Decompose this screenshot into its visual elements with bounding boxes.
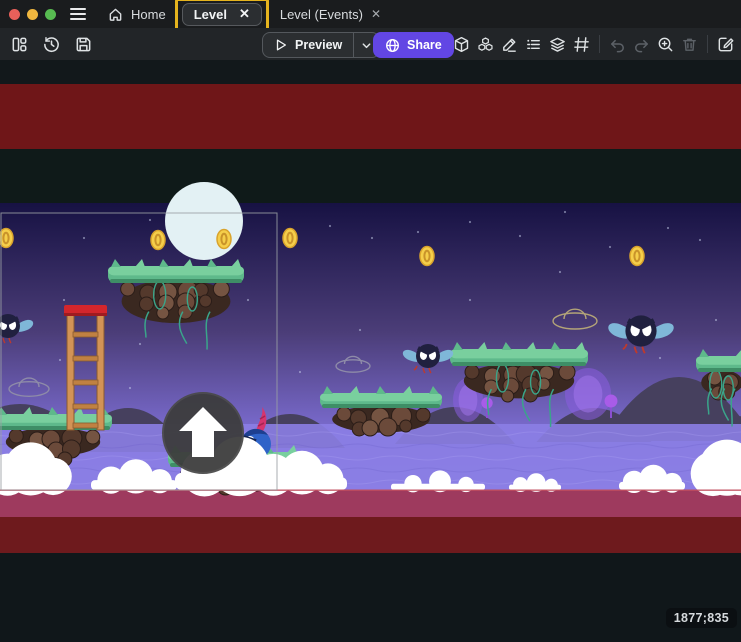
home-icon bbox=[108, 7, 123, 22]
star bbox=[299, 371, 301, 373]
star bbox=[469, 221, 471, 223]
background-band bbox=[0, 517, 741, 553]
star bbox=[63, 299, 65, 301]
star bbox=[59, 359, 61, 361]
star bbox=[129, 387, 131, 389]
tab-level-events-label: Level (Events) bbox=[280, 7, 363, 22]
background-band bbox=[0, 553, 741, 637]
minimize-window-button[interactable] bbox=[27, 9, 38, 20]
globe-icon bbox=[385, 38, 400, 53]
tab-level-events-close-icon[interactable]: ✕ bbox=[371, 8, 381, 20]
preview-button[interactable]: Preview bbox=[263, 33, 353, 57]
moon-sprite[interactable] bbox=[165, 182, 243, 260]
star bbox=[371, 237, 373, 239]
star bbox=[699, 239, 701, 241]
coin-sprite[interactable] bbox=[0, 229, 13, 248]
window-controls bbox=[9, 9, 56, 20]
star bbox=[83, 237, 85, 239]
share-button-label: Share bbox=[407, 38, 442, 52]
zoom-in-icon[interactable] bbox=[654, 32, 677, 56]
star bbox=[359, 329, 361, 331]
preview-button-label: Preview bbox=[295, 38, 342, 52]
scene-canvas[interactable]: 1877;835 bbox=[0, 60, 741, 637]
star bbox=[247, 299, 249, 301]
instances-list-panel-icon[interactable] bbox=[522, 32, 545, 56]
background-band bbox=[0, 149, 741, 203]
star bbox=[564, 211, 566, 213]
chevron-down-icon bbox=[361, 40, 372, 51]
background-band bbox=[0, 60, 741, 84]
project-manager-icon[interactable] bbox=[8, 32, 31, 56]
preview-split-button: Preview bbox=[262, 32, 380, 58]
save-icon[interactable] bbox=[72, 32, 95, 56]
tab-level-label: Level bbox=[194, 7, 227, 22]
scene-toolbar: Preview Share bbox=[0, 28, 741, 60]
background-band bbox=[0, 84, 741, 149]
star bbox=[139, 343, 141, 345]
play-icon bbox=[274, 38, 288, 52]
star bbox=[667, 227, 669, 229]
star bbox=[329, 225, 331, 227]
grid-toggle-icon[interactable] bbox=[570, 32, 593, 56]
star bbox=[659, 357, 661, 359]
coin-sprite[interactable] bbox=[283, 229, 297, 248]
object-groups-panel-icon[interactable] bbox=[474, 32, 497, 56]
properties-panel-icon[interactable] bbox=[498, 32, 521, 56]
zoom-window-button[interactable] bbox=[45, 9, 56, 20]
coin-sprite[interactable] bbox=[217, 230, 231, 249]
star bbox=[469, 299, 471, 301]
delete-icon[interactable] bbox=[678, 32, 701, 56]
hamburger-menu-icon[interactable] bbox=[70, 8, 86, 20]
background-band bbox=[0, 490, 741, 517]
star bbox=[715, 319, 717, 321]
star bbox=[149, 219, 151, 221]
touch-up-arrow-button[interactable] bbox=[163, 393, 243, 473]
scene-svg[interactable] bbox=[0, 60, 741, 637]
cursor-coordinates-badge: 1877;835 bbox=[666, 608, 737, 628]
close-window-button[interactable] bbox=[9, 9, 20, 20]
star bbox=[519, 235, 521, 237]
redo-icon[interactable] bbox=[630, 32, 653, 56]
coin-sprite[interactable] bbox=[630, 247, 644, 266]
toolbar-divider bbox=[707, 35, 708, 53]
tab-level[interactable]: Level ✕ bbox=[182, 3, 262, 26]
coin-sprite[interactable] bbox=[420, 247, 434, 266]
star bbox=[609, 246, 611, 248]
tab-home[interactable]: Home bbox=[100, 0, 174, 28]
objects-panel-icon[interactable] bbox=[450, 32, 473, 56]
coin-sprite[interactable] bbox=[151, 231, 165, 250]
tab-home-label: Home bbox=[131, 7, 166, 22]
tab-level-events[interactable]: Level (Events) ✕ bbox=[272, 0, 389, 28]
share-button[interactable]: Share bbox=[373, 32, 454, 58]
history-icon[interactable] bbox=[40, 32, 63, 56]
app-window: Home Level ✕ Level (Events) ✕ bbox=[0, 0, 741, 637]
tab-bar: Home Level ✕ Level (Events) ✕ bbox=[0, 0, 741, 28]
toolbar-divider bbox=[599, 35, 600, 53]
star bbox=[417, 231, 419, 233]
undo-icon[interactable] bbox=[606, 32, 629, 56]
tab-level-close-icon[interactable]: ✕ bbox=[239, 6, 250, 22]
layers-panel-icon[interactable] bbox=[546, 32, 569, 56]
edit-scene-properties-icon[interactable] bbox=[714, 32, 737, 56]
star bbox=[559, 271, 561, 273]
